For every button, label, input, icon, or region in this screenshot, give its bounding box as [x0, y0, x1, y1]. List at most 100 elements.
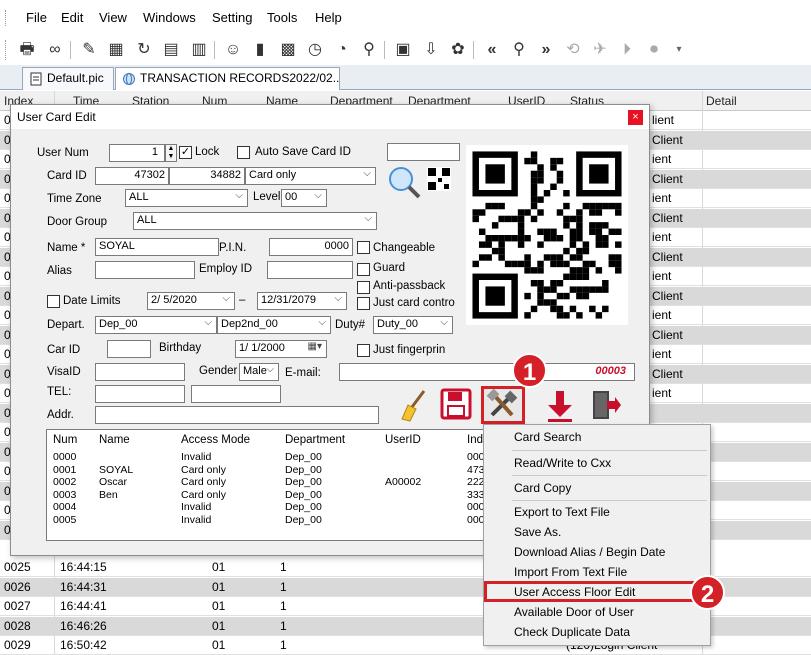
user-col-userid[interactable]: UserID [385, 434, 421, 446]
tab-transaction-records[interactable]: TRANSACTION RECORDS2022/02... [115, 67, 340, 90]
birthday-picker[interactable]: 1/ 1/2000 ▦▾ [235, 340, 327, 358]
addr-input[interactable] [95, 406, 379, 424]
play-icon[interactable]: ⏵ [616, 39, 638, 61]
context-menu-item[interactable]: Read/Write to Cxx [514, 456, 611, 470]
user-table-row[interactable]: 0005 Invalid Dep_00 000( [47, 514, 515, 526]
search-icon[interactable]: ⚲ [508, 39, 530, 61]
time-zone-select[interactable]: ALL ⌵ [125, 189, 248, 207]
menu-separator [512, 500, 707, 501]
level-select[interactable]: 00 ⌵ [281, 189, 327, 207]
menu-file[interactable]: File [26, 10, 47, 25]
context-menu-item[interactable]: User Access Floor Edit [514, 585, 635, 599]
user-table-row[interactable]: 0004 Invalid Dep_00 000( [47, 501, 515, 513]
network-icon[interactable]: ◔ [331, 39, 353, 61]
door-icon[interactable]: ▮ [249, 39, 271, 61]
gender-select[interactable]: Male ⌵ [239, 363, 279, 381]
dialog-titlebar[interactable]: User Card Edit × [11, 105, 649, 129]
download-arrow-icon[interactable] [545, 389, 575, 423]
edit-icon[interactable]: ✎ [78, 39, 100, 61]
context-menu-item[interactable]: Card Copy [514, 481, 571, 495]
tab-default-pic[interactable]: Default.pic [22, 67, 114, 90]
card-id-site-input[interactable]: 47302 [95, 167, 169, 185]
alias-input[interactable] [95, 261, 195, 279]
auto-save-field[interactable] [387, 143, 460, 161]
guard-checkbox[interactable] [357, 263, 370, 276]
refresh-icon[interactable]: ↻ [133, 39, 155, 61]
car-id-input[interactable] [107, 340, 151, 358]
image-icon[interactable]: ▣ [392, 39, 414, 61]
user-num-spinner[interactable]: ▲ ▼ [165, 144, 177, 162]
broom-icon[interactable] [396, 387, 432, 423]
context-menu-item[interactable]: Available Door of User [514, 605, 634, 619]
card-mode-select[interactable]: Card only ⌵ [245, 167, 376, 185]
menu-help[interactable]: Help [315, 10, 342, 25]
context-menu-item[interactable]: Import From Text File [514, 565, 627, 579]
menu-tools[interactable]: Tools [267, 10, 297, 25]
visa-id-input[interactable] [95, 363, 185, 381]
pin-icon[interactable]: ✈ [589, 39, 611, 61]
settings-icon[interactable]: ✿ [447, 39, 469, 61]
chart-icon[interactable]: ▥ [188, 39, 210, 61]
just-finger-checkbox[interactable] [357, 344, 370, 357]
first-page-icon[interactable]: « [481, 39, 503, 61]
user-col-access-mode[interactable]: Access Mode [181, 434, 250, 446]
context-menu-item[interactable]: Check Duplicate Data [514, 625, 630, 639]
users-icon[interactable]: ☺ [222, 39, 244, 61]
col-detail[interactable]: Detail [706, 94, 737, 108]
name-input[interactable]: SOYAL [95, 238, 219, 256]
save-icon[interactable] [439, 387, 473, 421]
just-card-checkbox[interactable] [357, 297, 370, 310]
date-limits-checkbox[interactable] [47, 295, 60, 308]
download-icon[interactable]: ⇩ [420, 39, 442, 61]
menu-view[interactable]: View [99, 10, 127, 25]
user-num-input[interactable]: 1 [109, 144, 165, 162]
stop-icon[interactable]: ⏺ [643, 39, 665, 61]
user-table-row[interactable]: 0002 Oscar Card only Dep_00 A00002 2222 [47, 476, 515, 488]
auto-save-checkbox[interactable] [237, 146, 250, 159]
calendar-icon[interactable]: ▦ [105, 39, 127, 61]
context-menu-item[interactable]: Export to Text File [514, 505, 610, 519]
history-icon[interactable]: ⟲ [562, 39, 584, 61]
user-col-name[interactable]: Name [99, 434, 130, 446]
anti-passback-checkbox[interactable] [357, 281, 370, 294]
card-id-code-input[interactable]: 34882 [169, 167, 245, 185]
close-icon[interactable]: × [628, 110, 643, 125]
tools-button[interactable] [481, 386, 525, 424]
user-table-row[interactable]: 0001 SOYAL Card only Dep_00 473( [47, 464, 515, 476]
print-icon[interactable]: 🖶 [16, 39, 38, 61]
last-page-icon[interactable]: » [535, 39, 557, 61]
context-menu-item[interactable]: Save As. [514, 525, 561, 539]
dep2-select[interactable]: Dep2nd_00 ⌵ [217, 316, 331, 334]
date-to-picker[interactable]: 12/31/2079 ⌵ [257, 292, 347, 310]
lock-checkbox[interactable]: ✓ [179, 146, 192, 159]
user-table-row[interactable]: 0000 Invalid Dep_00 000( [47, 451, 515, 463]
duty-select[interactable]: Duty_00 ⌵ [373, 316, 453, 334]
user-table-row[interactable]: 0003 Ben Card only Dep_00 3333 [47, 489, 515, 501]
user-col-department[interactable]: Department [285, 434, 345, 446]
menu-edit[interactable]: Edit [61, 10, 83, 25]
keypad-icon[interactable]: ▩ [277, 39, 299, 61]
table-icon[interactable]: ▤ [160, 39, 182, 61]
tel-input-2[interactable] [191, 385, 281, 403]
changeable-checkbox[interactable] [357, 241, 370, 254]
depart-select[interactable]: Dep_00 ⌵ [95, 316, 217, 334]
user-col-num[interactable]: Num [53, 434, 77, 446]
clock-icon[interactable]: ◷ [304, 39, 326, 61]
pin-input[interactable]: 0000 [269, 238, 353, 256]
employ-id-input[interactable] [267, 261, 353, 279]
user-list-table[interactable]: Num Name Access Mode Department UserID I… [46, 429, 516, 541]
context-menu-item[interactable]: Card Search [514, 430, 581, 444]
toolbar-overflow-icon[interactable]: ▾ [668, 39, 690, 61]
menu-windows[interactable]: Windows [143, 10, 196, 25]
tel-input-1[interactable] [95, 385, 185, 403]
link-icon[interactable]: ∞ [44, 39, 66, 61]
context-menu-item[interactable]: Download Alias / Begin Date [514, 545, 665, 559]
door-group-select[interactable]: ALL ⌵ [133, 212, 377, 230]
filter-icon[interactable]: ⚲ [358, 39, 380, 61]
small-qr-icon[interactable] [427, 167, 451, 191]
menu-setting[interactable]: Setting [212, 10, 252, 25]
date-from-picker[interactable]: 2/ 5/2020 ⌵ [147, 292, 235, 310]
email-input[interactable] [339, 363, 523, 381]
exit-door-icon[interactable] [589, 388, 623, 422]
search-card-icon[interactable] [387, 165, 421, 199]
